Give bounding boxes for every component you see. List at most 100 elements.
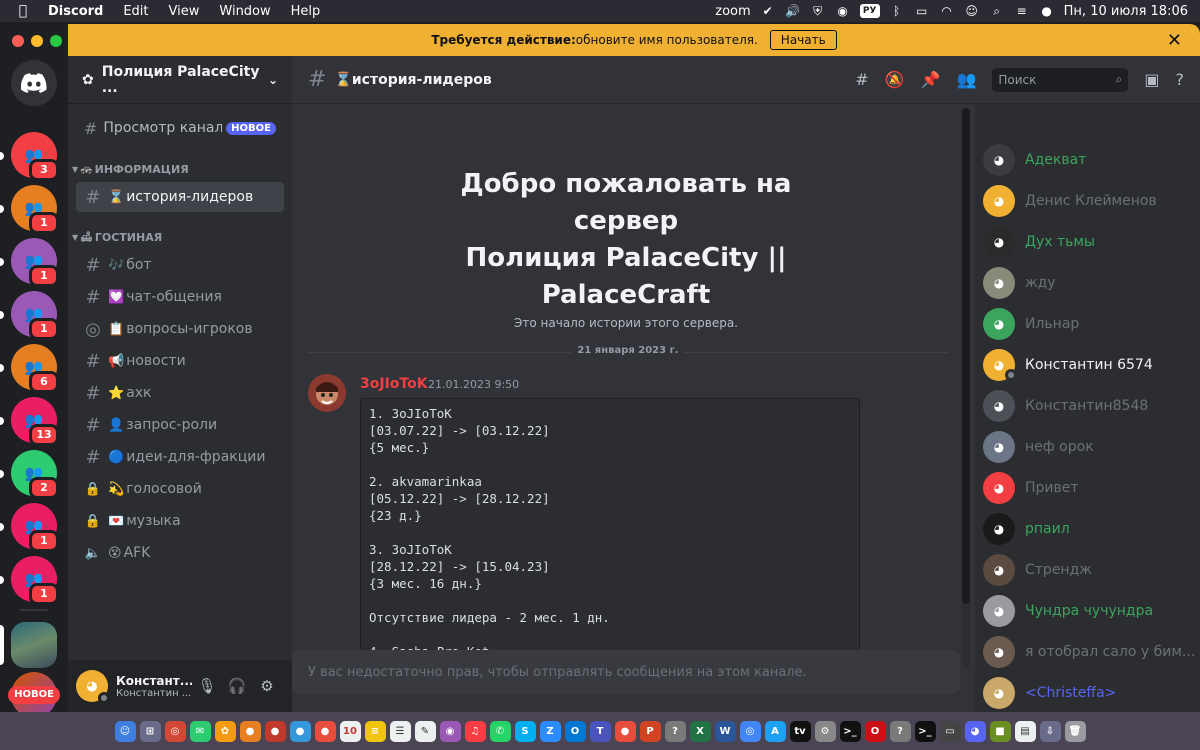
- menu-app-name[interactable]: Discord: [38, 4, 113, 19]
- user-switch-icon[interactable]: ☺: [964, 4, 980, 18]
- headphones-icon[interactable]: 🎧: [222, 677, 252, 695]
- freeform-icon[interactable]: ✎: [414, 720, 436, 742]
- channel-ahk[interactable]: # ⭐ ахк: [76, 378, 284, 408]
- messages-icon[interactable]: ✉: [189, 720, 211, 742]
- clock[interactable]: Пн, 10 июля 18:06: [1064, 4, 1188, 19]
- trash-icon[interactable]: 🗑: [1064, 720, 1086, 742]
- battery-icon[interactable]: ▭: [914, 4, 930, 18]
- member-item[interactable]: ◕ Константин8548: [983, 386, 1148, 426]
- discord-icon[interactable]: ◕: [964, 720, 986, 742]
- user-names[interactable]: Констант... Константин ...: [116, 674, 192, 699]
- app-icon[interactable]: ●: [289, 720, 311, 742]
- channel-chat[interactable]: # 💟 чат-общения: [76, 282, 284, 312]
- preview-icon[interactable]: ▤: [1014, 720, 1036, 742]
- menu-window[interactable]: Window: [209, 4, 280, 19]
- shield-tray-icon[interactable]: ⛨: [810, 4, 826, 18]
- control-center-icon[interactable]: ≡: [1014, 4, 1030, 18]
- app-icon[interactable]: ●: [314, 720, 336, 742]
- calendar-icon[interactable]: 10: [339, 720, 361, 742]
- podcasts-icon[interactable]: ◉: [439, 720, 461, 742]
- notice-start-button[interactable]: Начать: [769, 30, 837, 50]
- app-icon[interactable]: ?: [889, 720, 911, 742]
- spotlight-icon[interactable]: ⌕: [989, 4, 1005, 18]
- pin-icon[interactable]: 📌: [921, 70, 941, 89]
- wifi-icon[interactable]: ◠: [939, 4, 955, 18]
- chevron-down-icon[interactable]: ⌄: [268, 73, 278, 87]
- channel-role-request[interactable]: # 👤 запрос-роли: [76, 410, 284, 440]
- terminal-icon[interactable]: >_: [914, 720, 936, 742]
- launchpad-icon[interactable]: ⊞: [139, 720, 161, 742]
- inbox-icon[interactable]: ▣: [1144, 70, 1159, 89]
- apple-tv-icon[interactable]: tv: [789, 720, 811, 742]
- member-item[interactable]: ◕ жду: [983, 263, 1056, 303]
- server-icon-palacecity[interactable]: [11, 622, 57, 668]
- airdrop-icon[interactable]: ◉: [835, 4, 851, 18]
- server-icon-1[interactable]: 👥 3: [11, 132, 59, 181]
- music-icon[interactable]: ♫: [464, 720, 486, 742]
- threads-icon[interactable]: #: [855, 70, 868, 89]
- app-icon[interactable]: ●: [264, 720, 286, 742]
- zoom-icon[interactable]: Z: [539, 720, 561, 742]
- channel-afk[interactable]: 🔈 😵 AFK: [76, 538, 284, 568]
- member-item[interactable]: ◕ Стрендж: [983, 550, 1092, 590]
- avatar[interactable]: ◕: [76, 670, 110, 704]
- outlook-icon[interactable]: O: [564, 720, 586, 742]
- server-icon-4[interactable]: 👥 1: [11, 291, 59, 340]
- whatsapp-icon[interactable]: ✆: [489, 720, 511, 742]
- microphone-icon[interactable]: 🎙: [192, 677, 222, 695]
- server-icon-6[interactable]: 👥 13: [11, 397, 59, 446]
- member-item[interactable]: ◕ Адекват: [983, 140, 1086, 180]
- app-icon[interactable]: ●: [614, 720, 636, 742]
- teams-icon[interactable]: T: [589, 720, 611, 742]
- zoom-window-button[interactable]: [50, 35, 62, 47]
- finder-icon[interactable]: ☺: [114, 720, 136, 742]
- excel-icon[interactable]: X: [689, 720, 711, 742]
- member-item[interactable]: ◕ Ильнар: [983, 304, 1079, 344]
- category-lounge[interactable]: ▼ 🛋 ГОСТИНАЯ: [68, 226, 292, 248]
- app-icon[interactable]: ▭: [939, 720, 961, 742]
- apple-icon[interactable]: : [8, 3, 38, 19]
- minimize-window-button[interactable]: [31, 35, 43, 47]
- server-icon-5[interactable]: 👥 6: [11, 344, 59, 393]
- discord-home-button[interactable]: [11, 60, 57, 106]
- minecraft-icon[interactable]: ■: [989, 720, 1011, 742]
- category-info[interactable]: ▼ 🚓 ИНФОРМАЦИЯ: [68, 158, 292, 180]
- member-item[interactable]: ◕ Привет: [983, 468, 1079, 508]
- bluetooth-icon[interactable]: ᛒ: [889, 4, 905, 18]
- channel-voice[interactable]: 🔒 💫 голосовой: [76, 474, 284, 504]
- server-header[interactable]: ✿ Полиция PalaceCity ... ⌄: [68, 56, 292, 104]
- reminders-icon[interactable]: ☰: [389, 720, 411, 742]
- powerpoint-icon[interactable]: P: [639, 720, 661, 742]
- avatar[interactable]: [308, 374, 346, 412]
- volume-icon[interactable]: 🔊: [785, 4, 801, 18]
- opera-icon[interactable]: O: [864, 720, 886, 742]
- chrome-icon[interactable]: ◎: [164, 720, 186, 742]
- server-icon-9[interactable]: 👥 1: [11, 556, 59, 605]
- channel-player-questions[interactable]: ◎ 📋 вопросы-игроков: [76, 314, 284, 344]
- zoom-tray-label[interactable]: zoom: [715, 4, 750, 19]
- server-icon-3[interactable]: 👥 1: [11, 238, 59, 287]
- channel-news[interactable]: # 📢 новости: [76, 346, 284, 376]
- app-store-icon[interactable]: A: [764, 720, 786, 742]
- close-icon[interactable]: ✕: [1167, 30, 1182, 51]
- member-item[interactable]: ◕ Чундра чучундра: [983, 591, 1153, 631]
- help-icon[interactable]: ?: [1176, 70, 1185, 89]
- downloads-folder-icon[interactable]: ⇩: [1039, 720, 1061, 742]
- member-list-icon[interactable]: 👥: [956, 70, 976, 89]
- menu-help[interactable]: Help: [281, 4, 331, 19]
- member-item[interactable]: ◕ рпаил: [983, 509, 1070, 549]
- mute-bell-icon[interactable]: 🔕: [885, 70, 905, 89]
- chrome-icon[interactable]: ◎: [739, 720, 761, 742]
- member-item[interactable]: ◕ Денис Клейменов: [983, 181, 1157, 221]
- search-input[interactable]: Поиск ⌕: [992, 67, 1129, 92]
- member-item[interactable]: ◕ неф орок: [983, 427, 1094, 467]
- app-icon[interactable]: ?: [664, 720, 686, 742]
- server-icon-8[interactable]: 👥 1: [11, 503, 59, 552]
- server-icon-2[interactable]: 👥 1: [11, 185, 59, 234]
- channel-music[interactable]: 🔒 💌 музыка: [76, 506, 284, 536]
- member-item[interactable]: ◕ я отобрал сало у бим...: [983, 632, 1195, 672]
- member-item[interactable]: ◕ Константин 6574: [983, 345, 1153, 385]
- scrollbar-thumb[interactable]: [962, 108, 970, 604]
- check-tray-icon[interactable]: ✔: [760, 4, 776, 18]
- close-window-button[interactable]: [12, 35, 24, 47]
